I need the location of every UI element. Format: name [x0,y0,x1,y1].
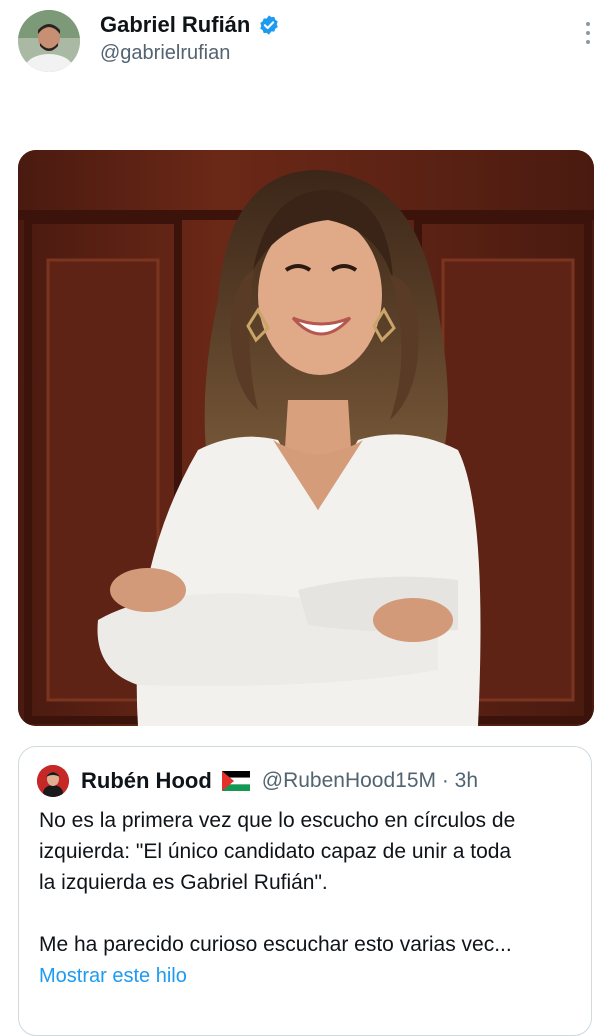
quoted-author-avatar[interactable] [37,765,69,797]
tweet-photo[interactable] [18,150,594,726]
verified-badge-icon [258,14,280,36]
quoted-handle-time[interactable]: @RubenHood15M · 3h [262,769,478,793]
quoted-tweet[interactable]: Rubén Hood @RubenHood15M · 3h No es la p… [18,746,592,1036]
show-thread-link[interactable]: Mostrar este hilo [39,965,187,988]
more-options-icon[interactable] [585,22,591,48]
quoted-tweet-text: No es la primera vez que lo escucho en c… [39,809,516,956]
tweet-header: Gabriel Rufián @gabrielrufian [0,0,613,90]
palestine-flag-icon [221,771,250,791]
author-name[interactable]: Gabriel Rufián [100,12,250,38]
portrait-photo-of-smiling-woman-in-white-sweater [18,150,594,726]
author-avatar[interactable] [18,10,80,72]
author-handle[interactable]: @gabrielrufian [100,42,230,65]
quoted-author-name[interactable]: Rubén Hood [81,768,212,794]
